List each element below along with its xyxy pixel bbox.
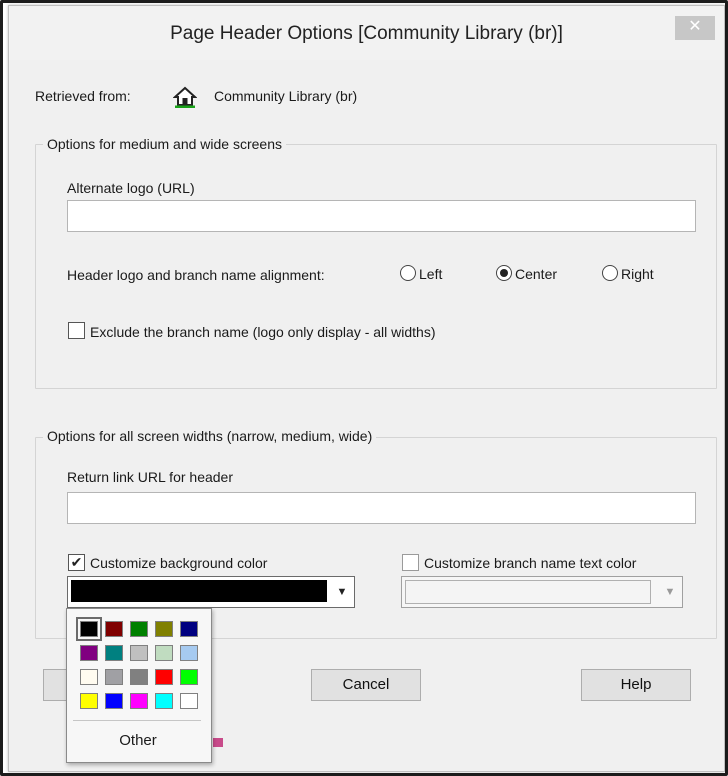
other-color-button[interactable]: Other	[73, 729, 203, 753]
text-color-swatch	[405, 580, 651, 604]
palette-color-swatch[interactable]	[80, 693, 98, 709]
home-icon	[173, 86, 197, 108]
palette-color-swatch[interactable]	[155, 669, 173, 685]
alternate-logo-input[interactable]	[67, 200, 696, 232]
radio-selected-dot	[500, 269, 508, 277]
retrieved-from-label: Retrieved from:	[35, 88, 131, 104]
align-left-radio[interactable]	[400, 265, 416, 281]
palette-color-swatch[interactable]	[155, 621, 173, 637]
checkmark-icon: ✔	[70, 554, 83, 570]
palette-color-swatch[interactable]	[180, 645, 198, 661]
alternate-logo-label: Alternate logo (URL)	[67, 180, 195, 196]
exclude-branch-name-label: Exclude the branch name (logo only displ…	[90, 324, 436, 340]
title-bar: Page Header Options [Community Library (…	[9, 6, 724, 60]
palette-color-swatch[interactable]	[130, 621, 148, 637]
palette-color-swatch[interactable]	[80, 669, 98, 685]
palette-color-swatch[interactable]	[155, 645, 173, 661]
dropdown-arrow-icon: ▼	[336, 586, 348, 598]
palette-color-swatch[interactable]	[105, 669, 123, 685]
palette-color-swatch[interactable]	[76, 617, 102, 641]
align-center-radio[interactable]	[496, 265, 512, 281]
text-color-dropdown[interactable]: ▼	[401, 576, 683, 608]
customize-bg-color-label: Customize background color	[90, 555, 268, 571]
dropdown-arrow-icon: ▼	[664, 586, 676, 598]
bg-color-swatch	[71, 580, 327, 602]
palette-color-swatch[interactable]	[80, 645, 98, 661]
align-left-label: Left	[419, 266, 443, 282]
customize-bg-color-checkbox[interactable]: ✔	[68, 554, 85, 571]
align-center-label: Center	[515, 266, 558, 282]
close-icon: ✕	[688, 18, 702, 35]
palette-color-swatch[interactable]	[130, 693, 148, 709]
palette-color-swatch[interactable]	[105, 693, 123, 709]
color-palette-popup: Other	[66, 608, 212, 763]
dialog-title: Page Header Options [Community Library (…	[170, 23, 563, 44]
customize-text-color-label: Customize branch name text color	[424, 555, 637, 571]
palette-color-swatch[interactable]	[105, 645, 123, 661]
medium-wide-legend: Options for medium and wide screens	[43, 136, 286, 152]
align-right-radio[interactable]	[602, 265, 618, 281]
return-link-input[interactable]	[67, 492, 696, 524]
bg-color-dropdown[interactable]: ▼	[67, 576, 355, 608]
all-widths-legend: Options for all screen widths (narrow, m…	[43, 428, 377, 444]
palette-color-swatch[interactable]	[105, 621, 123, 637]
palette-color-swatch[interactable]	[180, 621, 198, 637]
align-right-label: Right	[621, 266, 654, 282]
return-link-label: Return link URL for header	[67, 469, 234, 485]
alignment-label: Header logo and branch name alignment:	[67, 267, 325, 283]
palette-separator	[73, 720, 201, 721]
exclude-branch-name-checkbox[interactable]	[68, 322, 85, 339]
palette-color-swatch[interactable]	[155, 693, 173, 709]
palette-color-swatch[interactable]	[130, 645, 148, 661]
customize-text-color-checkbox[interactable]	[402, 554, 419, 571]
palette-color-swatch[interactable]	[130, 669, 148, 685]
help-button[interactable]: Help	[581, 669, 691, 701]
partial-hidden-element	[213, 738, 223, 747]
retrieved-from-value: Community Library (br)	[214, 88, 358, 104]
close-button[interactable]: ✕	[675, 16, 715, 40]
cancel-button[interactable]: Cancel	[311, 669, 421, 701]
palette-color-swatch[interactable]	[180, 693, 198, 709]
palette-color-swatch[interactable]	[180, 669, 198, 685]
